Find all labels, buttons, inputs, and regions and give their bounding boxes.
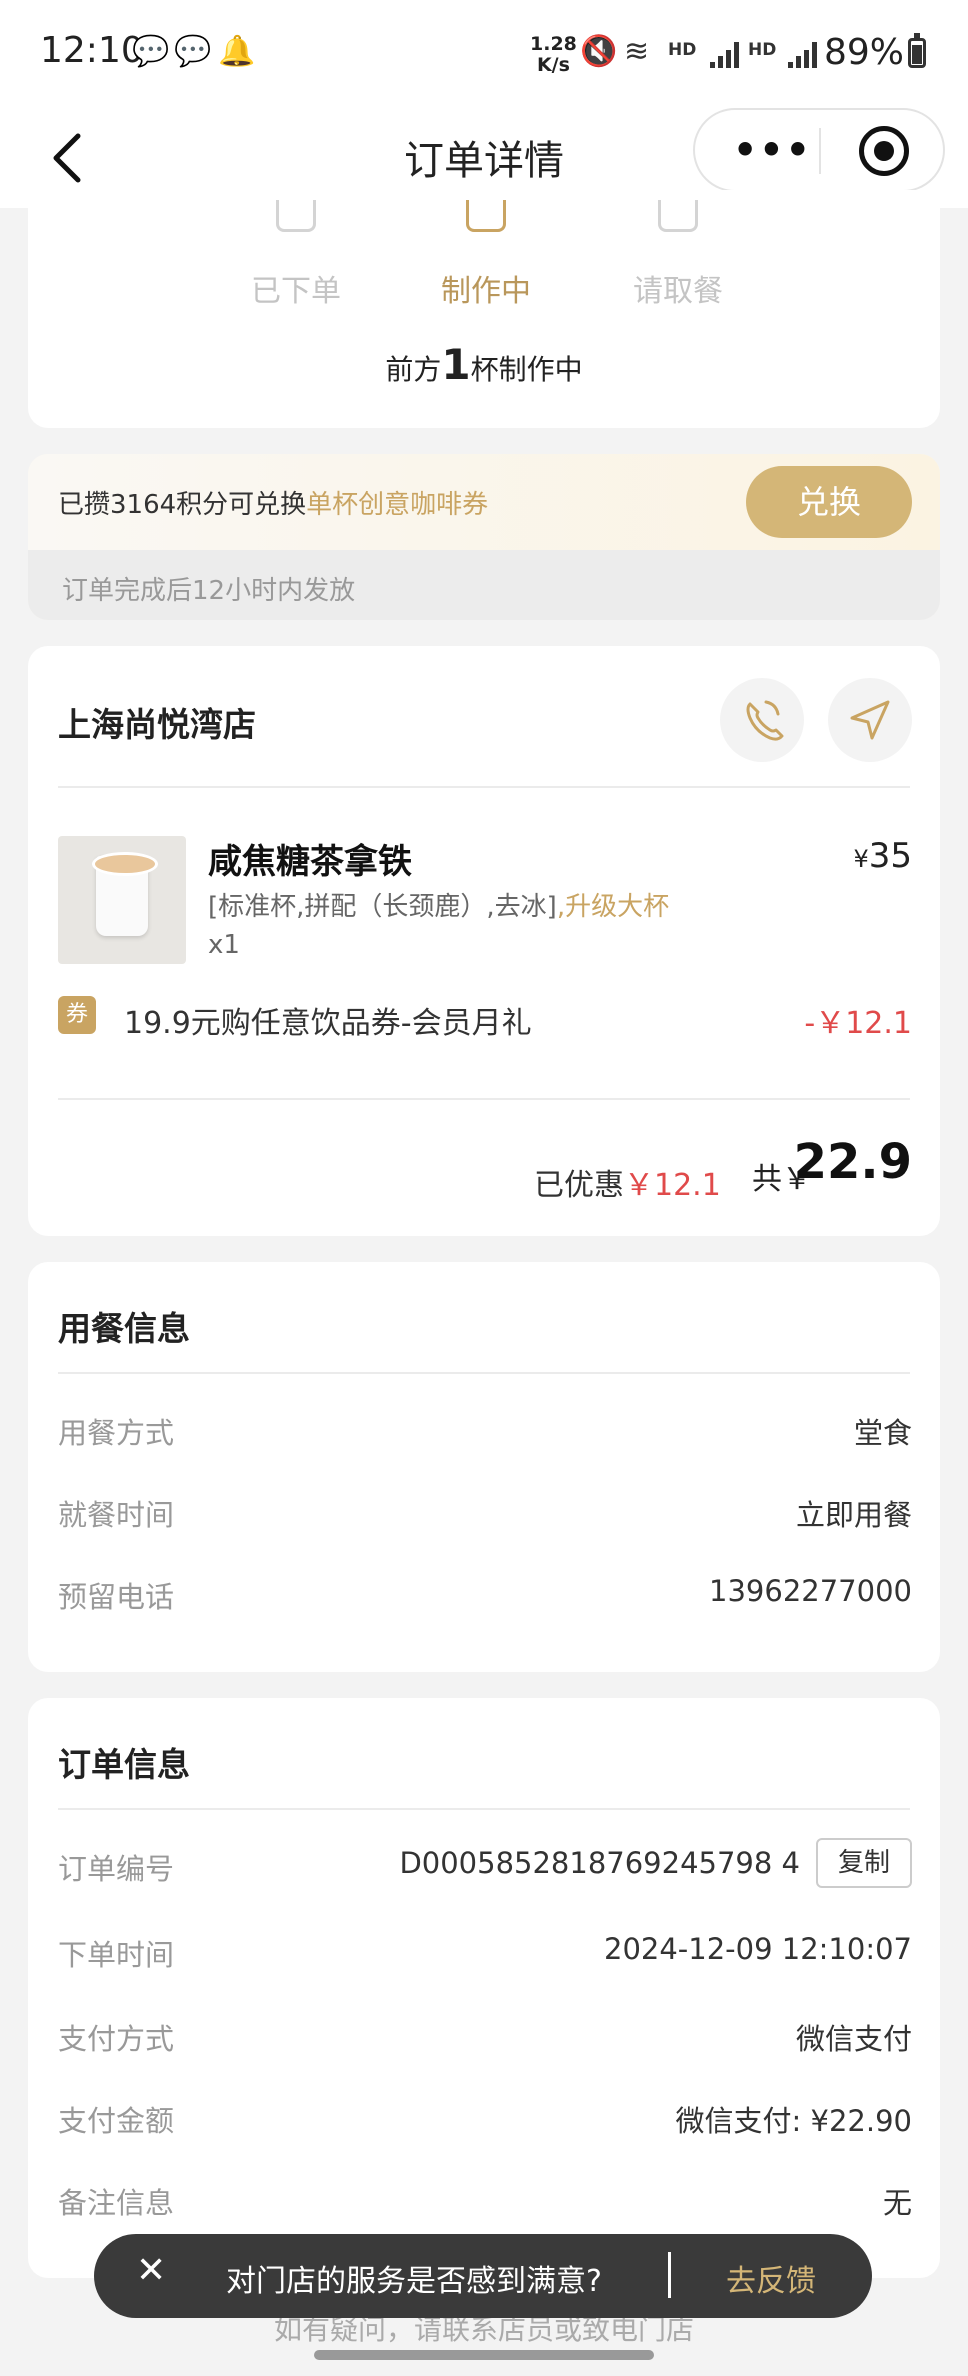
- payment-method-value: 微信支付: [795, 2022, 912, 2056]
- product-image: [58, 836, 186, 964]
- bell-icon: 🔔: [218, 34, 256, 69]
- points-banner: 已攒3164积分可兑换单杯创意咖啡券 兑换: [28, 454, 940, 550]
- toast-message: 对门店的服务是否感到满意?: [226, 2264, 602, 2299]
- home-indicator[interactable]: [314, 2350, 654, 2360]
- saved-amount: 已优惠￥12.1: [534, 1168, 721, 1203]
- battery-level: 89%: [824, 32, 905, 73]
- coupon-name: 19.9元购任意饮品券-会员月礼: [124, 1006, 532, 1041]
- section-title: 订单信息: [58, 1745, 190, 1784]
- phone-icon: [746, 700, 784, 741]
- pickup-icon: [658, 200, 698, 232]
- payment-amount-label: 支付金额: [58, 2104, 175, 2138]
- coupon-discount: -￥12.1: [804, 1006, 912, 1041]
- order-progress-card: 已下单 制作中 请取餐 前方1杯制作中: [28, 190, 940, 428]
- step-pickup: 请取餐: [633, 274, 723, 309]
- battery-icon: [908, 33, 926, 68]
- product-spec: [标准杯,拼配（长颈鹿）,去冰],升级大杯: [208, 892, 670, 922]
- order-info-card: 订单信息 订单编号 D0005852818769245798 4 复制 下单时间…: [28, 1698, 940, 2278]
- signal-icon: [710, 42, 739, 68]
- remark-label: 备注信息: [58, 2186, 175, 2220]
- feedback-toast: ✕ 对门店的服务是否感到满意? 去反馈: [94, 2234, 872, 2318]
- queue-status: 前方1杯制作中: [385, 340, 583, 389]
- coupon-badge: 券: [58, 996, 96, 1034]
- store-name: 上海尚悦湾店: [58, 705, 256, 744]
- dining-method-value: 堂食: [853, 1416, 912, 1450]
- order-placed-icon: [276, 200, 316, 232]
- feedback-button[interactable]: 去反馈: [726, 2256, 816, 2300]
- dining-info-card: 用餐信息 用餐方式 堂食 就餐时间 立即用餐 预留电话 13962277000: [28, 1262, 940, 1672]
- navigation-arrow-icon: [850, 700, 890, 740]
- signal-icon: [788, 42, 817, 68]
- status-bar: 12:10 💬 💬 🔔 1.28 K/s 🔇 ≋ HD HD 89%: [0, 0, 968, 108]
- mute-icon: 🔇: [580, 34, 618, 69]
- divider: [58, 1098, 910, 1100]
- wechat-icon: 💬: [174, 34, 212, 69]
- phone-label: 预留电话: [58, 1580, 175, 1614]
- close-target-icon[interactable]: [859, 126, 909, 176]
- store-order-card: 上海尚悦湾店 咸焦糖茶拿铁 ¥35 [标准杯,拼配（长颈鹿）,去冰],升级大杯 …: [28, 646, 940, 1236]
- copy-button[interactable]: 复制: [816, 1838, 912, 1888]
- wechat-icon: 💬: [132, 34, 170, 69]
- phone-value: 13962277000: [709, 1574, 912, 1608]
- wifi-icon: ≋: [624, 34, 650, 69]
- status-time: 12:10: [40, 30, 144, 71]
- order-id-value: D0005852818769245798 4: [399, 1846, 800, 1880]
- section-title: 用餐信息: [58, 1309, 190, 1348]
- divider: [58, 1808, 910, 1810]
- capsule-divider: [819, 128, 821, 174]
- points-note-bar: 订单完成后12小时内发放: [28, 550, 940, 620]
- step-making: 制作中: [441, 274, 531, 309]
- divider: [58, 786, 910, 788]
- dining-time-label: 就餐时间: [58, 1498, 175, 1532]
- navigate-button[interactable]: [828, 678, 912, 762]
- queue-count: 1: [441, 340, 471, 389]
- product-quantity: x1: [208, 930, 240, 960]
- network-speed: 1.28 K/s: [530, 33, 577, 76]
- hd-badge: HD: [748, 40, 777, 60]
- payment-amount-value: 微信支付: ¥22.90: [675, 2104, 912, 2138]
- exchange-button[interactable]: 兑换: [746, 466, 912, 538]
- points-exchange-card: 已攒3164积分可兑换单杯创意咖啡券 兑换 订单完成后12小时内发放: [28, 454, 940, 620]
- remark-value: 无: [882, 2186, 912, 2220]
- order-time-value: 2024-12-09 12:10:07: [604, 1932, 912, 1966]
- order-time-label: 下单时间: [58, 1938, 175, 1972]
- points-note: 订单完成后12小时内发放: [62, 576, 356, 606]
- divider: [58, 1372, 910, 1374]
- making-icon: [466, 200, 506, 232]
- coffee-cup-icon: [92, 852, 158, 936]
- order-id-label: 订单编号: [58, 1852, 175, 1886]
- call-store-button[interactable]: [720, 678, 804, 762]
- product-price: ¥35: [853, 836, 912, 876]
- mini-program-capsule: •••: [693, 108, 945, 192]
- product-name: 咸焦糖茶拿铁: [208, 842, 412, 882]
- more-icon[interactable]: •••: [733, 128, 812, 172]
- points-text: 已攒3164积分可兑换单杯创意咖啡券: [58, 490, 489, 520]
- hd-badge: HD: [668, 40, 697, 60]
- close-icon[interactable]: ✕: [136, 2250, 166, 2291]
- payment-method-label: 支付方式: [58, 2022, 175, 2056]
- dining-method-label: 用餐方式: [58, 1416, 175, 1450]
- step-placed: 已下单: [251, 274, 341, 309]
- toast-divider: [668, 2252, 671, 2298]
- total-amount: 22.9: [793, 1134, 912, 1190]
- dining-time-value: 立即用餐: [795, 1498, 912, 1532]
